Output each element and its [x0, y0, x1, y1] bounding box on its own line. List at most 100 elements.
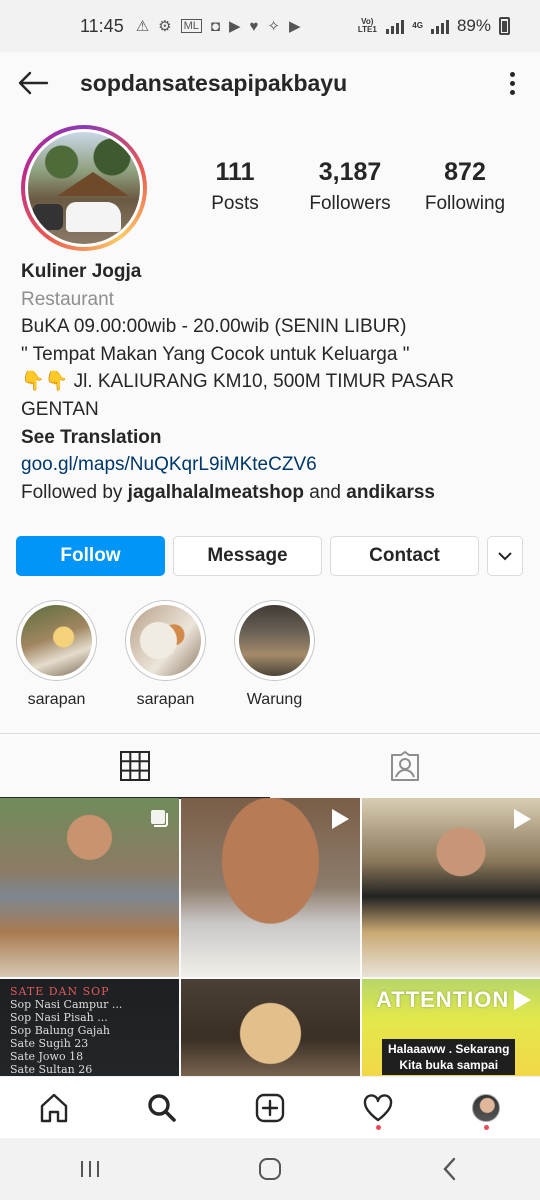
profile-avatar-small — [472, 1093, 500, 1122]
activity-heart-icon — [363, 1093, 393, 1121]
nav-activity[interactable] — [348, 1078, 408, 1138]
arrow-left-icon[interactable] — [16, 66, 50, 100]
wand-icon: ✧ — [267, 18, 280, 35]
app-icon: ◘ — [210, 17, 220, 35]
highlight-cover — [130, 605, 201, 676]
signal-icon — [386, 19, 405, 34]
followed-by-user[interactable]: jagalhalalmeatshop — [128, 482, 304, 503]
add-post-icon — [255, 1093, 285, 1122]
network-type: 4G — [412, 21, 423, 30]
video-play-icon — [514, 809, 531, 829]
clock: 11:45 — [80, 15, 124, 36]
profile-name: Kuliner Jogja — [21, 261, 142, 282]
menu-board-line: Sop Nasi Campur ... — [10, 998, 123, 1011]
grid-icon — [120, 751, 150, 781]
posts-grid: SATE DAN SOP Sop Nasi Campur ... Sop Nas… — [0, 798, 540, 1076]
story-highlights: sarapan sarapan Warung — [16, 600, 315, 709]
bio-line: BuKA 09.00:00wib - 20.00wib (SENIN LIBUR… — [21, 316, 407, 338]
attention-caption: Halaaaww . Sekarang Kita buka sampai — [382, 1039, 516, 1075]
following-label: Following — [424, 193, 506, 214]
post-thumbnail[interactable]: ATTENTION Halaaaww . Sekarang Kita buka … — [362, 979, 540, 1076]
nav-home[interactable] — [24, 1078, 84, 1138]
highlight-item[interactable]: sarapan — [16, 600, 97, 709]
system-home-button[interactable] — [240, 1144, 300, 1194]
video-play-icon — [332, 809, 349, 829]
profile-actions: Follow Message Contact — [16, 536, 524, 576]
highlight-label: sarapan — [27, 691, 86, 708]
profile-bio: Kuliner Jogja Restaurant BuKA 09.00:00wi… — [21, 258, 521, 506]
posts-count: 111 — [215, 158, 255, 186]
battery-icon — [499, 17, 510, 35]
highlight-label: sarapan — [136, 691, 195, 708]
menu-board-line: Sate Sultan 26 — [10, 1063, 93, 1076]
followed-by-and: and — [304, 481, 347, 503]
status-right: Vo) LTE1 4G 89% — [356, 16, 510, 36]
activity-notification-dot — [376, 1124, 381, 1130]
back-chevron-icon — [443, 1157, 456, 1181]
post-thumbnail[interactable] — [362, 798, 540, 977]
highlight-item[interactable]: Warung — [234, 600, 315, 709]
chevron-down-icon — [498, 552, 512, 561]
followed-by-user[interactable]: andikarss — [346, 482, 435, 503]
tagged-user-icon — [391, 751, 419, 781]
profile-username: sopdansatesapipakbayu — [80, 69, 348, 96]
profile-avatar[interactable] — [21, 125, 147, 251]
contact-button[interactable]: Contact — [330, 536, 479, 576]
highlight-cover — [21, 605, 92, 676]
play-icon-2: ▶ — [289, 18, 301, 35]
multiple-images-icon — [151, 810, 168, 827]
stat-posts[interactable]: 111 Posts — [180, 158, 290, 215]
nav-add-post[interactable] — [240, 1078, 300, 1138]
play-icon: ▶ — [228, 18, 241, 35]
bio-line: 👇👇 Jl. KALIURANG KM10, 500M TIMUR PASAR — [21, 368, 521, 396]
attention-caption-line: Kita buka sampai — [399, 1058, 499, 1072]
home-circle-icon — [259, 1158, 281, 1180]
recent-apps-button[interactable] — [60, 1144, 120, 1194]
followed-by-prefix: Followed by — [21, 481, 128, 503]
menu-board-line: Sop Nasi Pisah ... — [10, 1011, 108, 1024]
system-back-button[interactable] — [420, 1144, 480, 1194]
menu-board-line: Sate Jowo 18 — [10, 1050, 84, 1063]
notification-icons: ⚠ ⚙ ML ◘ ▶ ♥ ✧ ▶ — [135, 17, 301, 36]
follow-button[interactable]: Follow — [16, 536, 165, 576]
system-navigation-bar — [0, 1138, 540, 1200]
volte-label: Vo) LTE1 — [357, 17, 377, 34]
profile-header: sopdansatesapipakbayu — [0, 52, 540, 114]
see-translation-link[interactable]: See Translation — [21, 424, 521, 452]
nav-search[interactable] — [132, 1078, 192, 1138]
nav-profile[interactable] — [456, 1078, 516, 1138]
signal-icon-2 — [430, 19, 449, 34]
heart-icon: ♥ — [249, 17, 259, 35]
stat-followers[interactable]: 3,187 Followers — [295, 158, 405, 215]
pointing-down-emoji: 👇👇 — [21, 371, 69, 393]
highlight-item[interactable]: sarapan — [125, 600, 206, 709]
bio-line: GENTAN — [21, 398, 99, 420]
stat-following[interactable]: 872 Following — [410, 158, 520, 215]
post-thumbnail[interactable]: SATE DAN SOP Sop Nasi Campur ... Sop Nas… — [0, 979, 179, 1076]
warning-icon: ⚠ — [135, 18, 150, 35]
post-thumbnail[interactable] — [181, 979, 360, 1076]
menu-board-title: SATE DAN SOP — [10, 985, 110, 998]
tab-tagged[interactable] — [270, 734, 540, 798]
bio-address: Jl. KALIURANG KM10, 500M TIMUR PASAR — [68, 371, 455, 393]
home-icon — [40, 1093, 68, 1122]
highlight-label: Warung — [246, 691, 303, 708]
following-count: 872 — [444, 158, 486, 186]
suggested-dropdown-button[interactable] — [487, 536, 523, 576]
menu-board-line: Sate Sugih 23 — [10, 1037, 89, 1050]
more-vertical-icon[interactable] — [500, 66, 524, 100]
profile-category: Restaurant — [21, 288, 114, 310]
attention-caption-line: Halaaaww . Sekarang — [388, 1042, 510, 1056]
message-button[interactable]: Message — [173, 536, 322, 576]
posts-label: Posts — [211, 193, 259, 214]
tab-posts-grid[interactable] — [0, 734, 270, 799]
followers-count: 3,187 — [318, 158, 382, 186]
bottom-navigation — [0, 1076, 540, 1138]
attention-text: ATTENTION — [376, 987, 510, 1012]
post-thumbnail[interactable] — [0, 798, 179, 977]
post-thumbnail[interactable] — [181, 798, 360, 977]
bio-link[interactable]: goo.gl/maps/NuQKqrL9iMKteCZV6 — [21, 451, 521, 479]
search-icon — [148, 1093, 176, 1122]
bio-line: " Tempat Makan Yang Cocok untuk Keluarga… — [21, 343, 410, 365]
menu-board-line: Sop Balung Gajah — [10, 1024, 110, 1037]
